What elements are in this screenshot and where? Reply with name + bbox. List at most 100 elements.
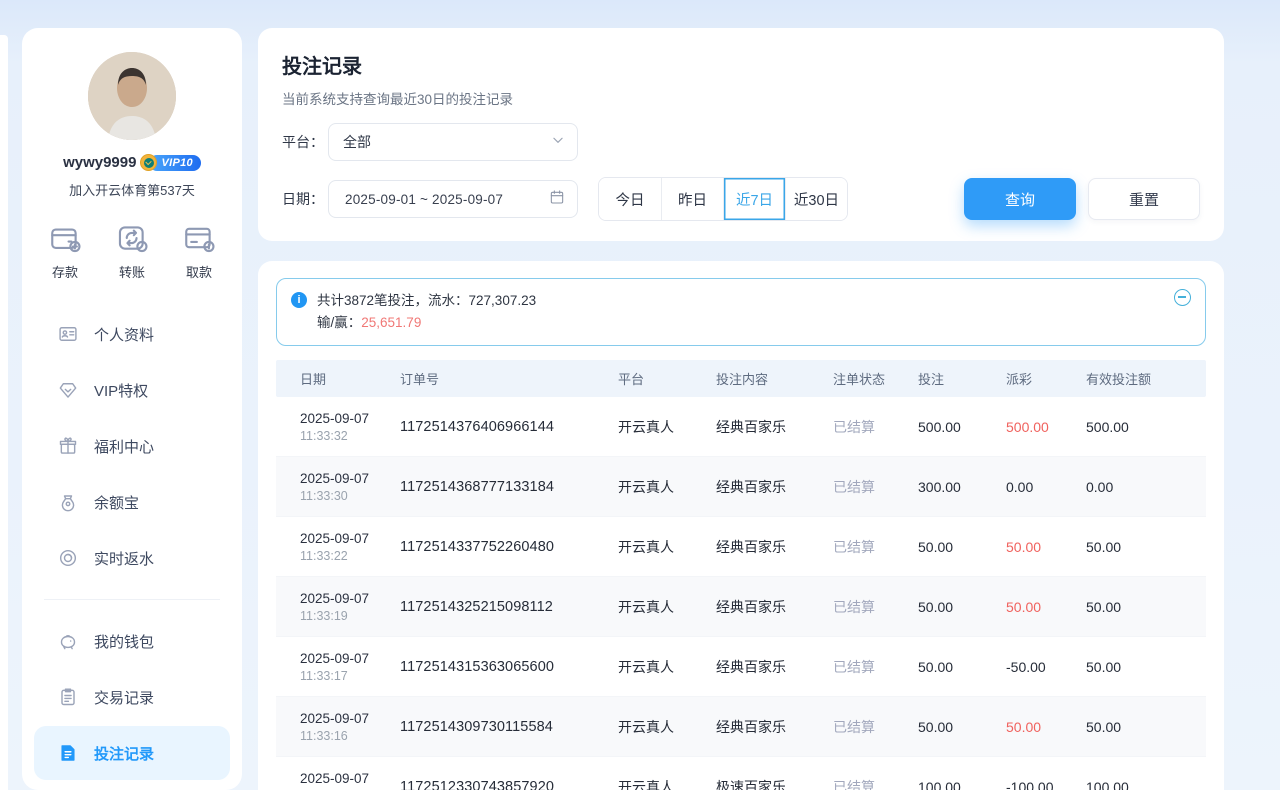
sidebar-item-wallet[interactable]: 我的钱包 bbox=[34, 614, 230, 668]
quick-action-label: 转账 bbox=[119, 262, 145, 281]
cell-bet-amount: 100.00 bbox=[916, 779, 1004, 790]
sidebar-item-label: 余额宝 bbox=[94, 492, 139, 513]
cell-status: 已结算 bbox=[831, 417, 916, 437]
cell-order-number: 1172514337752260480 bbox=[398, 539, 616, 555]
column-header: 订单号 bbox=[398, 369, 616, 388]
cell-bet-amount: 50.00 bbox=[916, 599, 1004, 615]
sidebar-item-rebate[interactable]: 实时返水 bbox=[34, 531, 230, 585]
table-body: 2025-09-0711:33:321172514376406966144开云真… bbox=[276, 397, 1206, 790]
quick-action-deposit[interactable]: 存款 bbox=[48, 221, 82, 281]
sidebar-item-yuebao[interactable]: 余额宝 bbox=[34, 475, 230, 529]
cell-bet-content: 经典百家乐 bbox=[714, 717, 831, 737]
table-row: 2025-09-0711:33:301172514368777133184开云真… bbox=[276, 457, 1206, 517]
range-button-近30日[interactable]: 近30日 bbox=[785, 178, 847, 220]
cell-order-number: 1172514325215098112 bbox=[398, 599, 616, 615]
collapse-summary-icon[interactable] bbox=[1174, 289, 1191, 306]
piggy-icon bbox=[58, 631, 78, 651]
column-header: 注单状态 bbox=[831, 369, 916, 388]
username: wywy9999 bbox=[63, 154, 136, 171]
cell-date: 2025-09-0711:33:16 bbox=[276, 711, 398, 743]
table-row: 2025-09-0711:33:221172514337752260480开云真… bbox=[276, 517, 1206, 577]
quick-action-withdraw[interactable]: 取款 bbox=[182, 221, 216, 281]
clipboard-icon bbox=[58, 687, 78, 707]
sidebar-item-label: 我的钱包 bbox=[94, 631, 154, 652]
table-row: 2025-09-0711:25:241172512330743857920开云真… bbox=[276, 757, 1206, 790]
cell-bet-amount: 300.00 bbox=[916, 479, 1004, 495]
bet-records-table: 日期订单号平台投注内容注单状态投注派彩有效投注额 2025-09-0711:33… bbox=[276, 360, 1206, 790]
gift-icon bbox=[58, 436, 78, 456]
left-edge-strip bbox=[0, 35, 8, 790]
cell-bet-amount: 50.00 bbox=[916, 659, 1004, 675]
cell-status: 已结算 bbox=[831, 477, 916, 497]
info-icon: i bbox=[291, 292, 307, 308]
transfer-icon bbox=[115, 221, 149, 255]
cell-bet-amount: 50.00 bbox=[916, 719, 1004, 735]
cell-status: 已结算 bbox=[831, 597, 916, 617]
sidebar-item-label: 投注记录 bbox=[94, 743, 154, 764]
range-button-今日[interactable]: 今日 bbox=[599, 178, 661, 220]
cell-status: 已结算 bbox=[831, 537, 916, 557]
cell-valid-amount: 0.00 bbox=[1084, 479, 1206, 495]
quick-action-transfer[interactable]: 转账 bbox=[115, 221, 149, 281]
cell-status: 已结算 bbox=[831, 657, 916, 677]
cell-payout: 50.00 bbox=[1004, 539, 1084, 555]
cell-order-number: 1172514376406966144 bbox=[398, 419, 616, 435]
cell-valid-amount: 50.00 bbox=[1084, 539, 1206, 555]
summary-alert: i 共计3872笔投注，流水：727,307.23 输/赢：25,651.79 bbox=[276, 278, 1206, 346]
sidebar: wywy9999 VIP10 加入开云体育第537天 存款转账取款 个人资料VI… bbox=[22, 28, 242, 790]
cell-payout: 50.00 bbox=[1004, 599, 1084, 615]
column-header: 日期 bbox=[276, 369, 398, 388]
table-header-row: 日期订单号平台投注内容注单状态投注派彩有效投注额 bbox=[276, 360, 1206, 397]
cell-payout: -50.00 bbox=[1004, 659, 1084, 675]
records-card: i 共计3872笔投注，流水：727,307.23 输/赢：25,651.79 … bbox=[258, 261, 1224, 790]
quick-range-group: 今日昨日近7日近30日 bbox=[598, 177, 848, 221]
cell-payout: 50.00 bbox=[1004, 719, 1084, 735]
cell-bet-content: 经典百家乐 bbox=[714, 657, 831, 677]
cell-date: 2025-09-0711:33:30 bbox=[276, 471, 398, 503]
cell-platform: 开云真人 bbox=[616, 777, 714, 790]
sidebar-item-label: VIP特权 bbox=[94, 380, 148, 401]
date-range-value: 2025-09-01 ~ 2025-09-07 bbox=[345, 192, 503, 207]
cell-payout: -100.00 bbox=[1004, 779, 1084, 790]
cell-order-number: 1172514368777133184 bbox=[398, 479, 616, 495]
sidebar-item-label: 福利中心 bbox=[94, 436, 154, 457]
summary-line2: 输/赢：25,651.79 bbox=[317, 312, 536, 334]
page-subtitle: 当前系统支持查询最近30日的投注记录 bbox=[282, 88, 1200, 108]
sidebar-item-label: 交易记录 bbox=[94, 687, 154, 708]
cell-order-number: 1172512330743857920 bbox=[398, 779, 616, 790]
cell-bet-amount: 50.00 bbox=[916, 539, 1004, 555]
idcard-icon bbox=[58, 324, 78, 344]
date-range-input[interactable]: 2025-09-01 ~ 2025-09-07 bbox=[328, 180, 578, 218]
calendar-icon bbox=[549, 189, 565, 210]
column-header: 派彩 bbox=[1004, 369, 1084, 388]
rebate-icon bbox=[58, 548, 78, 568]
cell-status: 已结算 bbox=[831, 777, 916, 790]
sidebar-item-vip[interactable]: VIP特权 bbox=[34, 363, 230, 417]
sidebar-item-bet-records[interactable]: 投注记录 bbox=[34, 726, 230, 780]
cell-payout: 500.00 bbox=[1004, 419, 1084, 435]
cell-platform: 开云真人 bbox=[616, 597, 714, 617]
cell-valid-amount: 500.00 bbox=[1084, 419, 1206, 435]
range-button-近7日[interactable]: 近7日 bbox=[723, 178, 785, 220]
sidebar-item-transactions[interactable]: 交易记录 bbox=[34, 670, 230, 724]
sidebar-item-welfare[interactable]: 福利中心 bbox=[34, 419, 230, 473]
range-button-昨日[interactable]: 昨日 bbox=[661, 178, 723, 220]
cell-valid-amount: 50.00 bbox=[1084, 599, 1206, 615]
sidebar-item-profile[interactable]: 个人资料 bbox=[34, 307, 230, 361]
loss-win-value: 25,651.79 bbox=[361, 315, 421, 330]
platform-select[interactable]: 全部 bbox=[328, 123, 578, 161]
withdraw-icon bbox=[182, 221, 216, 255]
reset-button[interactable]: 重置 bbox=[1088, 178, 1200, 220]
table-row: 2025-09-0711:33:321172514376406966144开云真… bbox=[276, 397, 1206, 457]
chevron-down-icon bbox=[551, 133, 565, 152]
cell-date: 2025-09-0711:33:17 bbox=[276, 651, 398, 683]
query-button[interactable]: 查询 bbox=[964, 178, 1076, 220]
document-icon bbox=[58, 743, 78, 763]
summary-line1: 共计3872笔投注，流水：727,307.23 bbox=[317, 290, 536, 312]
main-content: 投注记录 当前系统支持查询最近30日的投注记录 平台： 全部 日期： 2025-… bbox=[258, 28, 1224, 790]
cell-valid-amount: 100.00 bbox=[1084, 779, 1206, 790]
nav-secondary: 我的钱包交易记录投注记录 bbox=[34, 614, 230, 780]
avatar[interactable] bbox=[88, 52, 176, 140]
sidebar-item-label: 实时返水 bbox=[94, 548, 154, 569]
cell-date: 2025-09-0711:33:19 bbox=[276, 591, 398, 623]
